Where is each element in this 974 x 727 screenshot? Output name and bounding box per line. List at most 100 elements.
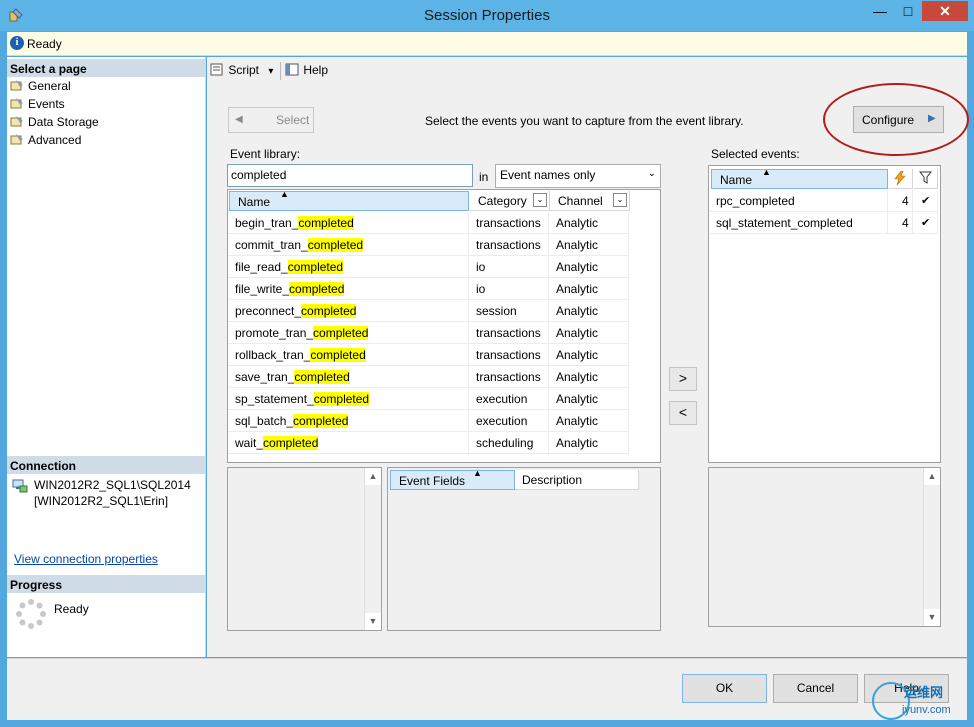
page-icon — [10, 80, 23, 91]
selected-event-action-count: 4 — [888, 190, 913, 212]
column-label: Description — [522, 473, 583, 487]
column-header-name[interactable]: Name ▲ — [229, 189, 469, 211]
filter-dropdown-icon[interactable]: ⌄ — [613, 193, 627, 207]
toolbar-separator — [280, 62, 281, 80]
server-connection-icon — [12, 479, 28, 493]
selected-event-details-pane: ▲ ▼ — [708, 467, 941, 627]
left-panel: Select a page General Events Data Storag… — [7, 57, 206, 657]
event-name-cell: wait_completed — [228, 432, 469, 454]
event-category-cell: transactions — [469, 344, 549, 366]
search-scope-select[interactable]: Event names only ⌄ — [495, 164, 661, 188]
progress-status: Ready — [54, 602, 89, 616]
page-item-events[interactable]: Events — [10, 97, 65, 115]
column-header-event-fields[interactable]: Event Fields ▲ — [390, 468, 515, 490]
select-page-header: Select a page — [7, 59, 205, 77]
event-name-prefix: sql_batch_ — [235, 414, 294, 428]
search-match-highlight: completed — [307, 238, 364, 252]
event-channel-cell: Analytic — [549, 322, 629, 344]
help-book-icon — [285, 63, 299, 76]
in-label: in — [479, 170, 489, 184]
sort-ascending-icon: ▲ — [473, 468, 482, 478]
add-event-button[interactable]: > — [669, 367, 697, 391]
selected-events-label: Selected events: — [711, 147, 800, 161]
watermark-url: iyunv.com — [902, 704, 951, 716]
event-channel-cell: Analytic — [549, 366, 629, 388]
event-fields-pane[interactable]: Event Fields ▲ Description — [387, 467, 661, 631]
event-name-prefix: wait_ — [235, 436, 264, 450]
search-match-highlight: completed — [289, 282, 345, 296]
actions-column-header[interactable] — [889, 169, 913, 189]
ok-button[interactable]: OK — [682, 674, 767, 703]
selected-column-header-name[interactable]: Name ▲ — [711, 167, 888, 189]
page-item-general[interactable]: General — [10, 79, 71, 97]
event-category-cell: scheduling — [469, 432, 549, 454]
selected-event-name: sql_statement_completed — [709, 212, 888, 234]
event-category-cell: transactions — [469, 322, 549, 344]
search-scope-value: Event names only — [500, 168, 596, 182]
event-name-prefix: commit_tran_ — [235, 238, 308, 252]
filter-column-header[interactable] — [914, 169, 938, 189]
help-toolbar-button[interactable]: Help — [285, 63, 328, 77]
script-label: Script — [228, 63, 260, 77]
event-category-cell: transactions — [469, 212, 549, 234]
script-button[interactable]: Script ▾ — [210, 63, 273, 77]
event-category-cell: io — [469, 256, 549, 278]
page-item-label: Advanced — [28, 133, 82, 147]
session-properties-window: Session Properties — □ ✕ i Ready Select … — [0, 0, 974, 727]
search-match-highlight: completed — [294, 370, 350, 384]
page-icon — [10, 98, 23, 109]
connection-header: Connection — [7, 456, 205, 474]
event-name-prefix: save_tran_ — [235, 370, 295, 384]
column-label: Name — [720, 173, 753, 187]
search-match-highlight: completed — [263, 436, 319, 450]
event-name-prefix: rollback_tran_ — [235, 348, 311, 362]
filter-dropdown-icon[interactable]: ⌄ — [533, 193, 547, 207]
close-button[interactable]: ✕ — [922, 1, 968, 21]
event-name-prefix: file_write_ — [235, 282, 290, 296]
page-item-label: Events — [28, 97, 65, 111]
event-channel-cell: Analytic — [549, 256, 629, 278]
event-name-cell: preconnect_completed — [228, 300, 469, 322]
event-channel-cell: Analytic — [549, 432, 629, 454]
script-dropdown-icon[interactable]: ▾ — [268, 66, 273, 77]
select-button[interactable]: ◀ Select — [228, 107, 314, 133]
annotation-circle — [823, 83, 969, 156]
page-icon — [10, 134, 23, 145]
description-scrollbar[interactable]: ▲ ▼ — [364, 468, 381, 630]
search-match-highlight: completed — [313, 326, 369, 340]
minimize-button[interactable]: — — [866, 1, 894, 21]
view-connection-properties-link[interactable]: View connection properties — [14, 552, 158, 566]
selected-events-grid[interactable]: Name ▲ rpc_completed 4 ✔ sql_statement_c… — [708, 165, 941, 463]
column-header-category[interactable]: Category ⌄ — [470, 191, 550, 211]
scroll-down-icon[interactable]: ▼ — [365, 613, 381, 630]
page-item-advanced[interactable]: Advanced — [10, 133, 81, 151]
page-item-data-storage[interactable]: Data Storage — [10, 115, 99, 133]
lightning-icon — [894, 170, 906, 186]
column-header-channel[interactable]: Channel ⌄ — [550, 191, 630, 211]
page-item-label: General — [28, 79, 71, 93]
remove-event-button[interactable]: < — [669, 401, 697, 425]
column-header-description[interactable]: Description — [515, 470, 639, 490]
event-search-input[interactable]: completed — [227, 164, 473, 187]
chevron-down-icon: ⌄ — [647, 168, 656, 179]
event-library-grid[interactable]: Name ▲ Category ⌄ Channel ⌄ begin_tran_c… — [227, 189, 661, 463]
script-icon — [210, 63, 223, 76]
event-category-cell: transactions — [469, 366, 549, 388]
maximize-button[interactable]: □ — [894, 1, 922, 21]
search-match-highlight: completed — [301, 304, 357, 318]
scroll-down-icon[interactable]: ▼ — [924, 609, 940, 626]
search-match-highlight: completed — [313, 392, 370, 406]
scroll-up-icon[interactable]: ▲ — [924, 468, 940, 485]
event-name-prefix: preconnect_ — [235, 304, 302, 318]
status-text: Ready — [27, 37, 62, 51]
event-category-cell: execution — [469, 388, 549, 410]
info-icon: i — [10, 36, 24, 50]
cancel-button[interactable]: Cancel — [773, 674, 858, 703]
event-name-prefix: sp_statement_ — [235, 392, 314, 406]
search-match-highlight: completed — [287, 260, 344, 274]
scroll-up-icon[interactable]: ▲ — [365, 468, 381, 485]
details-scrollbar[interactable]: ▲ ▼ — [923, 468, 940, 626]
selected-event-action-count: 4 — [888, 212, 913, 234]
title-bar[interactable]: Session Properties — □ ✕ — [0, 0, 974, 31]
event-name-prefix: begin_tran_ — [235, 216, 299, 230]
